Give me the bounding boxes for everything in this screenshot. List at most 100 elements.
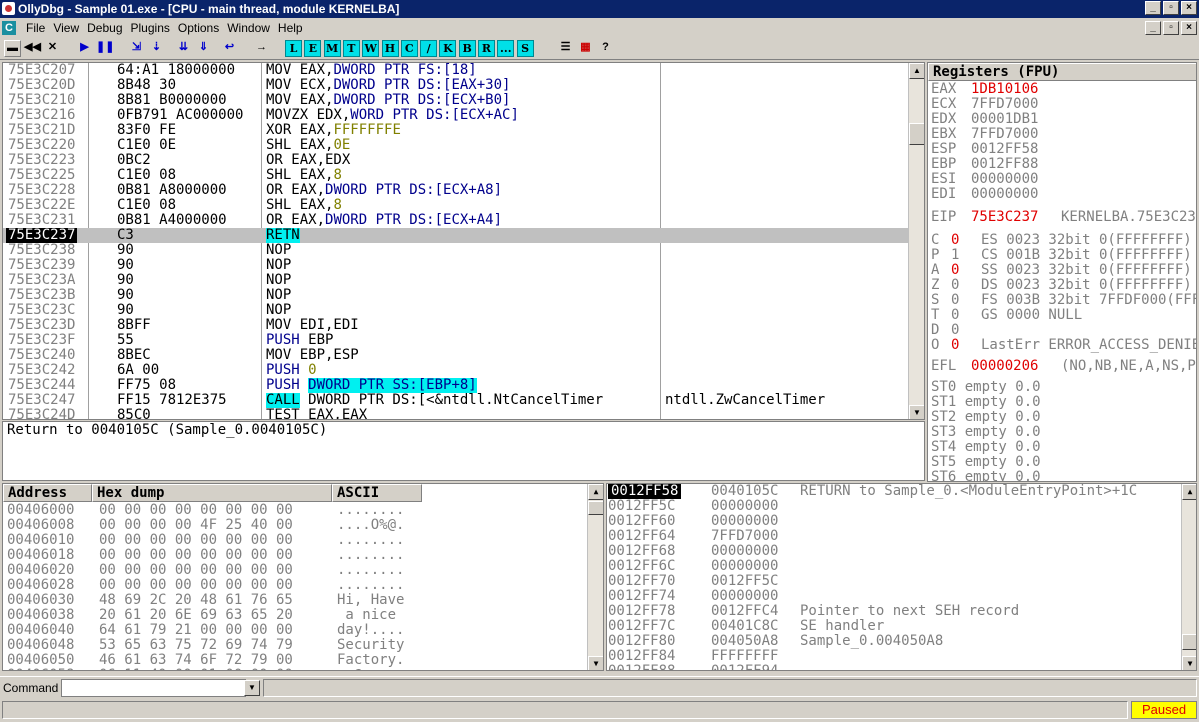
register-row[interactable]: ESP 0012FF58 [931, 142, 1196, 157]
disasm-row[interactable]: 75E3C242 6A 00 PUSH 0 [3, 363, 909, 378]
child-restore-button[interactable]: ▫ [1163, 21, 1179, 35]
disasm-row[interactable]: 75E3C225 C1E0 08 SHL EAX,8 [3, 168, 909, 183]
disasm-row[interactable]: 75E3C216 0FB791 AC000000 MOVZX EDX,WORD PT… [3, 108, 909, 123]
stack-row[interactable]: 0012FF64 7FFD7000 [607, 529, 1181, 544]
fpu-row[interactable]: ST3 empty 0.0 [931, 425, 1196, 440]
disasm-row[interactable]: 75E3C231 0B81 A4000000 OR EAX,DWORD PTR DS… [3, 213, 909, 228]
dump-row[interactable]: 00406040 64 61 79 21 00 00 00 00 day!.... [3, 623, 587, 638]
disasm-row[interactable]: 75E3C244 FF75 08 PUSH DWORD PTR SS:[EBP+8] [3, 378, 909, 393]
fpu-row[interactable]: ST5 empty 0.0 [931, 455, 1196, 470]
pause-icon[interactable]: ❚❚ [96, 40, 114, 57]
toolbar-window-button-10[interactable]: R [478, 40, 495, 57]
help-icon[interactable]: ? [597, 40, 614, 57]
ascii-column-header[interactable]: ASCII [332, 484, 422, 502]
stack-row[interactable]: 0012FF84 FFFFFFFF [607, 649, 1181, 664]
disasm-row[interactable]: 75E3C223 0BC2 OR EAX,EDX [3, 153, 909, 168]
fpu-row[interactable]: ST2 empty 0.0 [931, 410, 1196, 425]
fpu-row[interactable]: ST6 empty 0.0 [931, 470, 1196, 482]
toolbar-window-button-5[interactable]: H [381, 40, 399, 57]
registers-header[interactable]: Registers (FPU) [928, 63, 1196, 81]
disasm-row[interactable]: 75E3C23A 90 NOP [3, 273, 909, 288]
toolbar-window-button-0[interactable]: L [285, 40, 302, 57]
toolbar-window-button-8[interactable]: K [439, 40, 457, 57]
stack-row[interactable]: 0012FF7C 00401C8C SE handler [607, 619, 1181, 634]
child-minimize-button[interactable]: _ [1145, 21, 1161, 35]
trace-over-icon[interactable]: ⇓ [195, 40, 212, 57]
register-row[interactable]: EDI 00000000 [931, 187, 1196, 202]
flag-row[interactable]: P 1 CS 001B 32bit 0(FFFFFFFF) [931, 248, 1196, 263]
go-to-icon[interactable]: → [253, 40, 270, 57]
disasm-row[interactable]: 75E3C20D 8B48 30 MOV ECX,DWORD PTR DS:[EAX… [3, 78, 909, 93]
efl-row[interactable]: EFL 00000206 (NO,NB,NE,A,NS,PE,GE,G) [931, 359, 1196, 374]
dump-row[interactable]: 00406028 00 00 00 00 00 00 00 00........ [3, 578, 587, 593]
disasm-row[interactable]: 75E3C23D 8BFF MOV EDI,EDI [3, 318, 909, 333]
child-close-button[interactable]: × [1181, 21, 1197, 35]
toolbar-window-button-7[interactable]: / [420, 40, 438, 57]
disasm-row[interactable]: 75E3C237 C3 RETN [3, 228, 909, 243]
dump-row[interactable]: 00406020 00 00 00 00 00 00 00 00........ [3, 563, 587, 578]
scroll-up-icon[interactable]: ▲ [909, 63, 924, 79]
register-row[interactable]: EBP 0012FF88 [931, 157, 1196, 172]
close-button[interactable]: × [1181, 1, 1197, 15]
toolbar-window-button-11[interactable]: ... [497, 40, 515, 57]
maximize-button[interactable]: ▫ [1163, 1, 1179, 15]
dump-row[interactable]: 00406010 00 00 00 00 00 00 00 00........ [3, 533, 587, 548]
toolbar-window-button-3[interactable]: T [342, 40, 360, 57]
stack-row[interactable]: 0012FF6C 00000000 [607, 559, 1181, 574]
menu-debug[interactable]: Debug [83, 19, 126, 37]
step-over-icon[interactable]: ⇣ [148, 40, 165, 57]
execute-till-return-icon[interactable]: ↩ [221, 40, 238, 57]
disasm-row[interactable]: 75E3C21D 83F0 FE XOR EAX,FFFFFFFE [3, 123, 909, 138]
minimize-button[interactable]: _ [1145, 1, 1161, 15]
stack-row[interactable]: 0012FF5C 00000000 [607, 499, 1181, 514]
stack-row[interactable]: 0012FF70 0012FF5C [607, 574, 1181, 589]
menu-options[interactable]: Options [174, 19, 223, 37]
dump-row[interactable]: 00406018 00 00 00 00 00 00 00 00........ [3, 548, 587, 563]
stack-pane[interactable]: 0012FF58 0040105C RETURN to Sample_0.<Modu… [606, 483, 1197, 671]
rewind-icon[interactable]: ◀◀ [24, 40, 41, 57]
open-icon[interactable]: ▬ [4, 40, 21, 57]
stack-row[interactable]: 0012FF74 00000000 [607, 589, 1181, 604]
flag-row[interactable]: T 0 GS 0000 NULL [931, 308, 1196, 323]
stack-row[interactable]: 0012FF80 004050A8 Sample_0.004050A8 [607, 634, 1181, 649]
disasm-row[interactable]: 75E3C220 C1E0 0E SHL EAX,0E [3, 138, 909, 153]
stack-row[interactable]: 0012FF68 00000000 [607, 544, 1181, 559]
stack-scrollbar[interactable]: ▲ ▼ [1181, 484, 1196, 670]
flag-row[interactable]: S 0 FS 003B 32bit 7FFDF000(FFF) [931, 293, 1196, 308]
eip-row[interactable]: EIP 75E3C237 KERNELBA.75E3C237 [931, 210, 1196, 225]
dump-row[interactable]: 00406048 53 65 63 75 72 69 74 79 Security [3, 638, 587, 653]
toolbar-window-button-6[interactable]: C [400, 40, 418, 57]
stack-row[interactable]: 0012FF58 0040105C RETURN to Sample_0.<Modu… [607, 484, 1181, 499]
disasm-row[interactable]: 75E3C247 FF15 7812E375 CALL DWORD PTR DS:[… [3, 393, 909, 408]
close-file-icon[interactable]: ✕ [44, 40, 61, 57]
menu-help[interactable]: Help [274, 19, 307, 37]
dump-pane[interactable]: Address Hex dump ASCII 00406000 00 00 00 … [2, 483, 604, 671]
run-icon[interactable]: ▶ [76, 40, 93, 57]
dump-scroll-up-icon[interactable]: ▲ [588, 484, 603, 500]
flag-row[interactable]: Z 0 DS 0023 32bit 0(FFFFFFFF) [931, 278, 1196, 293]
trace-into-icon[interactable]: ⇊ [175, 40, 192, 57]
flag-row[interactable]: D0 [931, 323, 1196, 338]
menu-file[interactable]: File [22, 19, 49, 37]
fpu-row[interactable]: ST0 empty 0.0 [931, 380, 1196, 395]
fpu-row[interactable]: ST4 empty 0.0 [931, 440, 1196, 455]
command-input[interactable] [61, 679, 246, 697]
cpu-window-icon[interactable]: C [2, 21, 16, 35]
list-icon[interactable]: ☰ [557, 40, 574, 57]
menu-window[interactable]: Window [223, 19, 274, 37]
stack-scroll-up-icon[interactable]: ▲ [1182, 484, 1196, 500]
fpu-row[interactable]: ST1 empty 0.0 [931, 395, 1196, 410]
toolbar-window-button-1[interactable]: E [304, 40, 322, 57]
dump-row[interactable]: 00406030 48 69 2C 20 48 61 76 65 Hi, Have [3, 593, 587, 608]
disasm-row[interactable]: 75E3C240 8BEC MOV EBP,ESP [3, 348, 909, 363]
dump-row[interactable]: 00406000 00 00 00 00 00 00 00 00........ [3, 503, 587, 518]
toolbar-window-button-9[interactable]: B [458, 40, 476, 57]
menu-plugins[interactable]: Plugins [127, 19, 174, 37]
chevron-down-icon[interactable]: ▼ [244, 680, 260, 696]
dump-row[interactable]: 00406008 00 00 00 00 4F 25 40 00 ....O%@. [3, 518, 587, 533]
stack-row[interactable]: 0012FF78 0012FFC4 Pointer to next SEH reco… [607, 604, 1181, 619]
disassembly-pane[interactable]: 75E3C207 64:A1 18000000 MOV EAX,DWORD PTR … [2, 62, 925, 420]
toolbar-window-button-2[interactable]: M [323, 40, 341, 57]
disasm-row[interactable]: 75E3C210 8B81 B0000000 MOV EAX,DWORD PTR D… [3, 93, 909, 108]
flag-row[interactable]: O 0 LastErr ERROR_ACCESS_DENIED [931, 338, 1196, 353]
